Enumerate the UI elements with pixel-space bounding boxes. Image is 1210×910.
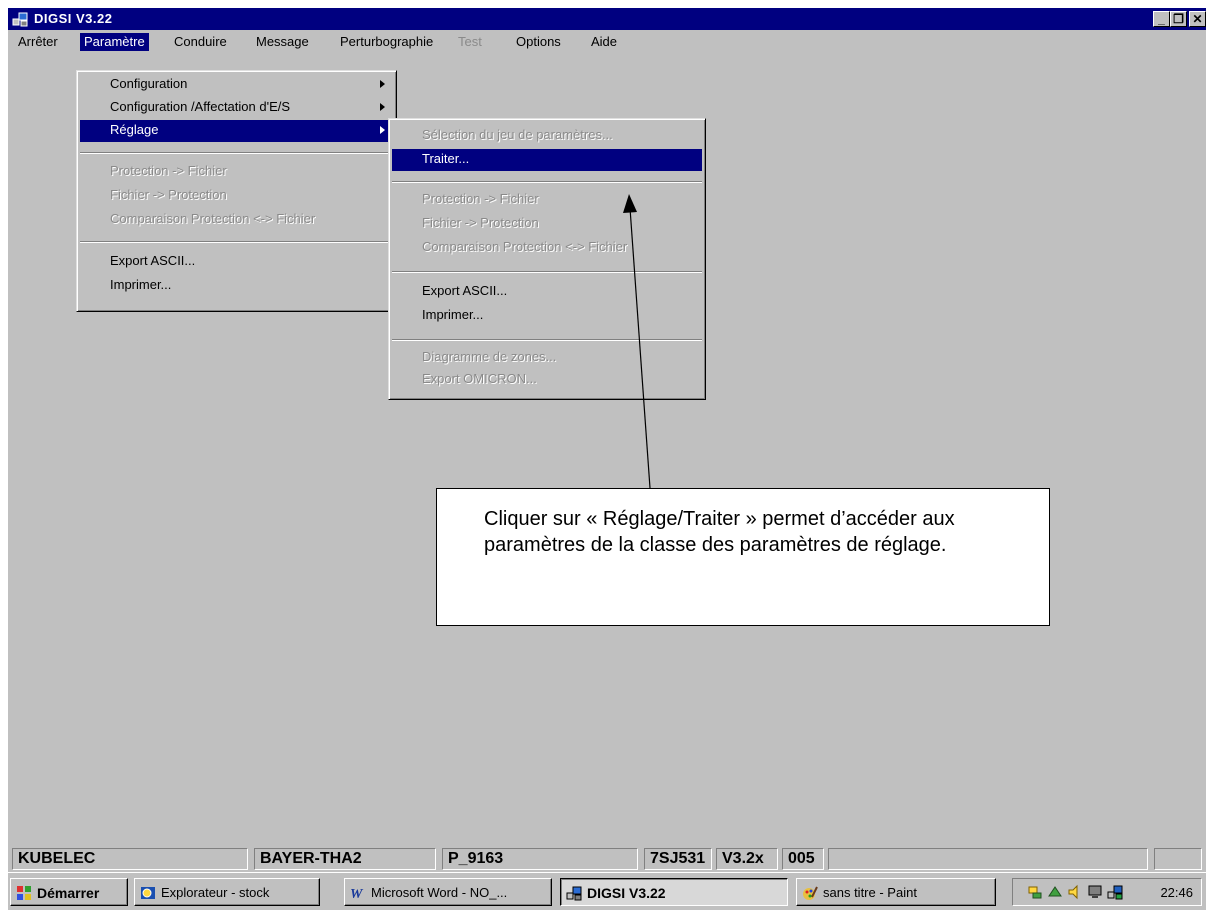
status-field-device: 7SJ531 xyxy=(644,848,712,870)
menu-item-imprimer[interactable]: Imprimer... xyxy=(392,305,702,327)
status-bar: KUBELEC BAYER-THA2 P_9163 7SJ531 V3.2x 0… xyxy=(8,846,1206,872)
word-icon: W xyxy=(350,887,364,901)
status-field-depart: P_9163 xyxy=(442,848,638,870)
taskbar-button-word[interactable]: W Microsoft Word - NO_... xyxy=(344,878,552,906)
paint-icon xyxy=(803,886,818,900)
app-icon xyxy=(12,12,28,27)
menu-separator xyxy=(392,271,702,273)
taskbar-button-label: Explorateur - stock xyxy=(161,885,270,900)
menu-separator xyxy=(80,241,393,243)
menu-item-comparaison[interactable]: Comparaison Protection <-> Fichier xyxy=(392,237,702,259)
explorer-icon xyxy=(141,887,155,899)
menu-item-protection-fichier[interactable]: Protection -> Fichier xyxy=(80,161,393,183)
minimize-icon: _ xyxy=(1158,12,1165,26)
menu-item-export-ascii[interactable]: Export ASCII... xyxy=(392,281,702,303)
status-field-client: KUBELEC xyxy=(12,848,248,870)
menu-item-comparaison[interactable]: Comparaison Protection <-> Fichier xyxy=(80,209,393,231)
taskbar-button-paint[interactable]: sans titre - Paint xyxy=(796,878,996,906)
menu-item-export-omicron[interactable]: Export OMICRON... xyxy=(392,369,702,391)
menu-separator xyxy=(80,152,393,154)
menu-item-label: Configuration /Affectation d'E/S xyxy=(110,99,291,114)
window-title: DIGSI V3.22 xyxy=(34,11,113,26)
status-field-address: 005 xyxy=(782,848,824,870)
menu-item-configuration-affectation[interactable]: Configuration /Affectation d'E/S xyxy=(80,97,393,119)
monitor-icon[interactable] xyxy=(1087,884,1103,900)
callout-text: Cliquer sur « Réglage/Traiter » permet d… xyxy=(484,508,955,556)
status-field-version: V3.2x xyxy=(716,848,778,870)
close-button[interactable]: ✕ xyxy=(1189,11,1206,27)
menu-parametre[interactable]: Paramètre xyxy=(80,33,149,51)
app-window: DIGSI V3.22 _ ❐ ✕ Arrêter Paramètre Cond… xyxy=(8,8,1206,910)
clock[interactable]: 22:46 xyxy=(1160,885,1193,900)
submenu-arrow-icon xyxy=(380,80,385,88)
minimize-button[interactable]: _ xyxy=(1153,11,1170,27)
menu-bar: Arrêter Paramètre Conduire Message Pertu… xyxy=(8,30,1206,52)
submenu-arrow-icon xyxy=(380,126,385,134)
restore-button[interactable]: ❐ xyxy=(1170,11,1187,27)
restore-icon: ❐ xyxy=(1173,12,1184,26)
submenu-arrow-icon xyxy=(380,103,385,111)
volume-icon[interactable] xyxy=(1067,884,1083,900)
start-label: Démarrer xyxy=(37,885,100,901)
menu-options[interactable]: Options xyxy=(512,33,565,51)
menu-item-protection-fichier[interactable]: Protection -> Fichier xyxy=(392,189,702,211)
taskbar-button-label: sans titre - Paint xyxy=(823,885,917,900)
taskbar-button-digsi[interactable]: DIGSI V3.22 xyxy=(560,878,788,906)
system-tray: 22:46 xyxy=(1012,878,1202,906)
menu-separator xyxy=(392,181,702,183)
menu-item-label: Réglage xyxy=(110,122,159,137)
menu-message[interactable]: Message xyxy=(252,33,313,51)
app-tray-icon[interactable] xyxy=(1107,884,1123,900)
taskbar-button-label: DIGSI V3.22 xyxy=(587,885,666,901)
windows-logo-icon xyxy=(17,886,31,900)
menu-item-label: Configuration xyxy=(110,76,188,91)
menu-conduire[interactable]: Conduire xyxy=(170,33,231,51)
menu-arreter[interactable]: Arrêter xyxy=(14,33,62,51)
status-field-empty xyxy=(1154,848,1202,870)
menu-item-diagramme-zones[interactable]: Diagramme de zones... xyxy=(392,347,702,369)
menu-perturbographie[interactable]: Perturbographie xyxy=(336,33,437,51)
parametre-menu: Configuration Configuration /Affectation… xyxy=(76,70,397,312)
network-icon[interactable] xyxy=(1027,884,1043,900)
status-field-poste: BAYER-THA2 xyxy=(254,848,436,870)
menu-aide[interactable]: Aide xyxy=(587,33,621,51)
scheduler-icon[interactable] xyxy=(1047,884,1063,900)
menu-item-fichier-protection[interactable]: Fichier -> Protection xyxy=(80,185,393,207)
menu-item-configuration[interactable]: Configuration xyxy=(80,74,393,96)
menu-item-imprimer[interactable]: Imprimer... xyxy=(80,275,393,297)
menu-item-traiter[interactable]: Traiter... xyxy=(392,149,702,171)
menu-item-export-ascii[interactable]: Export ASCII... xyxy=(80,251,393,273)
reglage-submenu: Sélection du jeu de paramètres... Traite… xyxy=(388,118,706,400)
menu-item-selection-jeu[interactable]: Sélection du jeu de paramètres... xyxy=(392,125,702,147)
svg-text:W: W xyxy=(350,887,364,901)
taskbar-button-explorer[interactable]: Explorateur - stock xyxy=(134,878,320,906)
menu-test[interactable]: Test xyxy=(454,33,486,51)
menu-separator xyxy=(392,339,702,341)
callout-box: Cliquer sur « Réglage/Traiter » permet d… xyxy=(436,488,1050,626)
start-button[interactable]: Démarrer xyxy=(10,878,128,906)
taskbar: Démarrer Explorateur - stock W Microsoft… xyxy=(8,872,1206,910)
menu-item-fichier-protection[interactable]: Fichier -> Protection xyxy=(392,213,702,235)
close-icon: ✕ xyxy=(1192,12,1203,26)
menu-item-reglage[interactable]: Réglage xyxy=(80,120,393,142)
title-bar: DIGSI V3.22 _ ❐ ✕ xyxy=(8,8,1206,30)
digsi-icon xyxy=(566,886,582,901)
taskbar-button-label: Microsoft Word - NO_... xyxy=(371,885,508,900)
status-field-empty xyxy=(828,848,1148,870)
